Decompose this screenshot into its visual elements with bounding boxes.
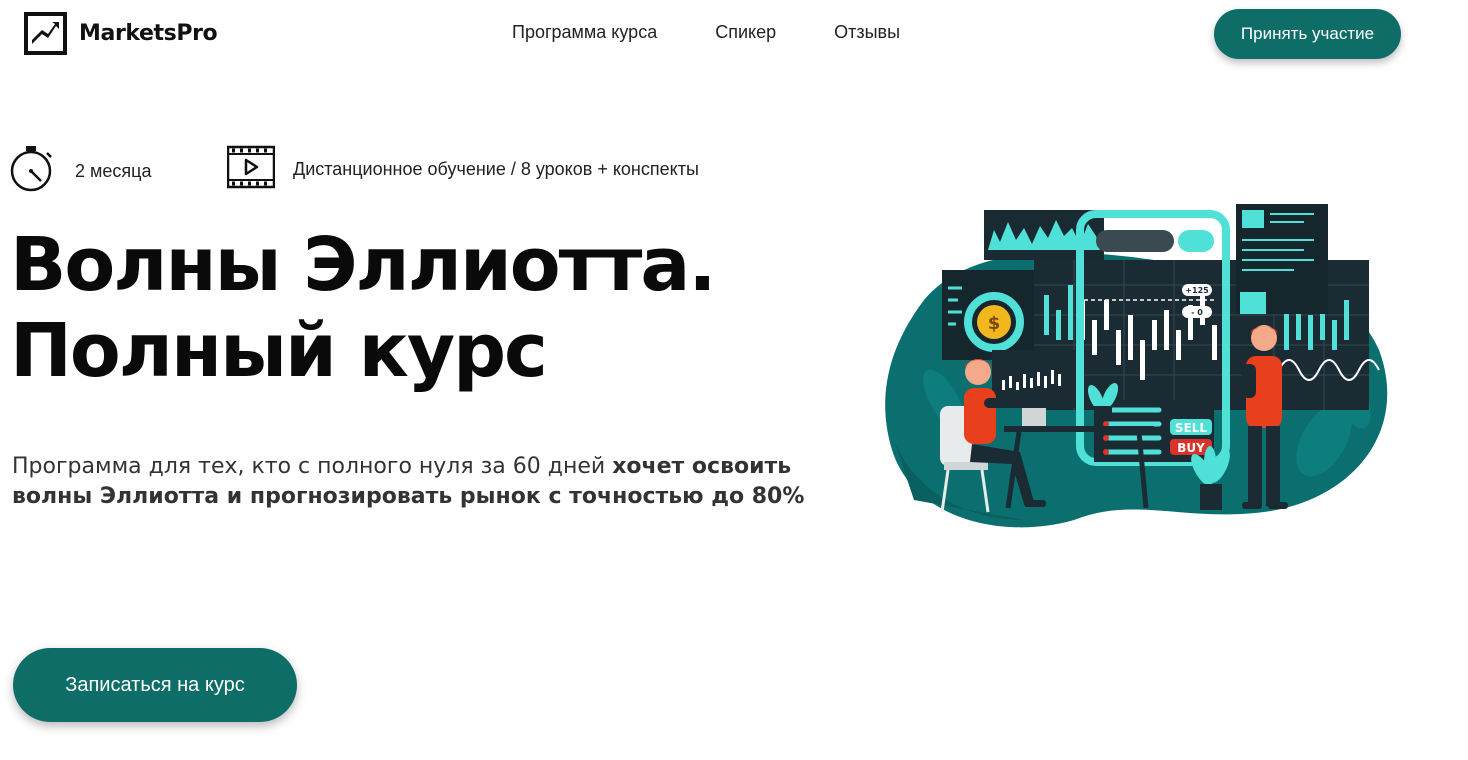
title-line-1: Волны Эллиотта. bbox=[10, 222, 716, 308]
video-film-icon bbox=[226, 144, 276, 195]
illus-tag-zero: - 0 bbox=[1191, 308, 1203, 317]
feature-format-text: Дистанционное обучение / 8 уроков + конс… bbox=[293, 159, 699, 179]
feature-duration-text: 2 месяца bbox=[75, 161, 152, 181]
enroll-button[interactable]: Записаться на курс bbox=[13, 648, 297, 722]
feature-duration: 2 месяца bbox=[9, 144, 151, 199]
subtitle-regular: Программа для тех, кто с полного нуля за… bbox=[12, 454, 613, 479]
svg-text:$: $ bbox=[988, 313, 1001, 334]
nav-speaker-link[interactable]: Спикер bbox=[715, 22, 776, 43]
logo[interactable]: MarketsPro bbox=[24, 12, 218, 55]
participate-button[interactable]: Принять участие bbox=[1214, 9, 1401, 59]
hero-subtitle: Программа для тех, кто с полного нуля за… bbox=[12, 452, 832, 512]
nav-reviews-link[interactable]: Отзывы bbox=[834, 22, 900, 43]
illus-buy-label: BUY bbox=[1177, 441, 1205, 455]
nav-program-link[interactable]: Программа курса bbox=[512, 22, 657, 43]
main-nav: Программа курса Спикер Отзывы bbox=[512, 22, 958, 43]
stopwatch-icon bbox=[9, 144, 55, 199]
site-header: MarketsPro Программа курса Спикер Отзывы… bbox=[0, 0, 1468, 70]
page-title: Волны Эллиотта. Полный курс bbox=[10, 222, 716, 394]
feature-format: Дистанционное обучение / 8 уроков + конс… bbox=[226, 144, 699, 195]
logo-icon bbox=[24, 12, 67, 55]
illus-tag-plus: +125 bbox=[1185, 286, 1209, 295]
logo-text: MarketsPro bbox=[79, 21, 218, 46]
trading-illustration: $ +125 - 0 SELL BUY bbox=[884, 200, 1394, 530]
illus-sell-label: SELL bbox=[1175, 421, 1207, 435]
title-line-2: Полный курс bbox=[10, 308, 548, 394]
